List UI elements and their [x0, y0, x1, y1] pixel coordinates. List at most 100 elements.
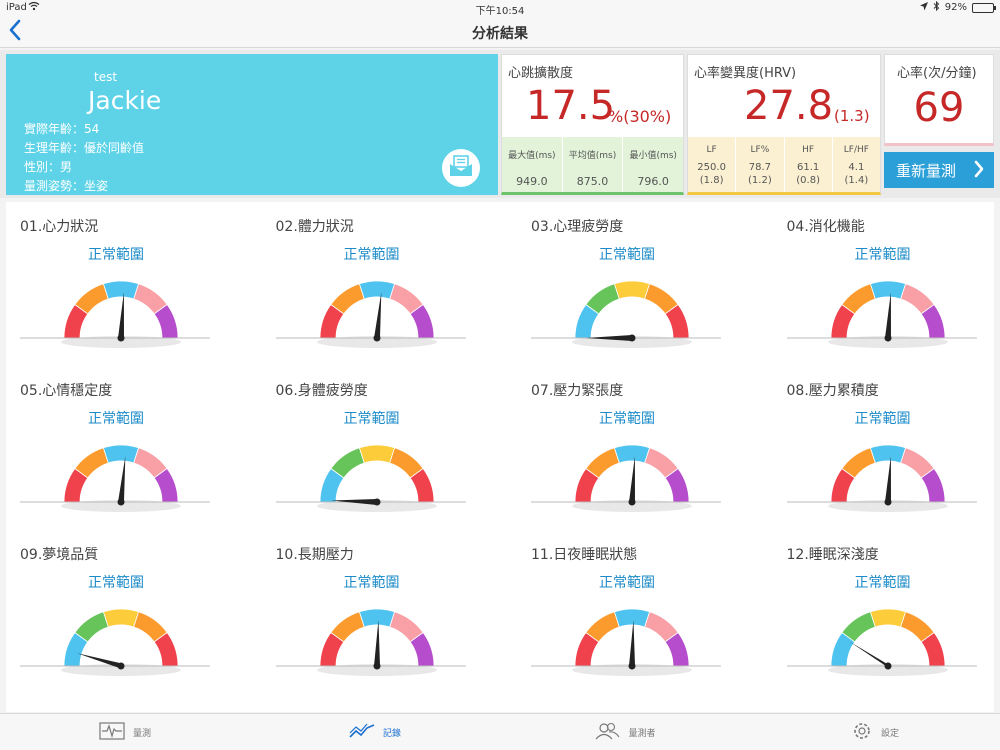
gear-icon — [851, 720, 873, 745]
stat-sub: (1.2) — [748, 175, 772, 186]
gauge-label: 07.壓力緊張度 — [531, 383, 624, 399]
heart-spread-unit: %(30%) — [608, 107, 672, 126]
chevron-right-icon — [974, 160, 984, 182]
gauge-card: 04.消化機能 正常範圍 — [773, 202, 1000, 367]
gauge-status: 正常範圍 — [343, 247, 400, 263]
actual-age: 實際年齡：54 — [24, 122, 100, 136]
gauge-card: 10.長期壓力 正常範圍 — [262, 530, 509, 695]
trend-icon — [349, 722, 375, 743]
ecg-icon — [99, 721, 125, 743]
gauge-needle — [629, 620, 635, 667]
tab-label: 量測 — [132, 728, 151, 739]
hrv-unit: (1.3) — [834, 107, 870, 125]
gauge-hub — [373, 334, 380, 342]
gauge-segment — [358, 608, 395, 628]
gauge-dial — [275, 280, 466, 348]
gauge-dial — [20, 280, 210, 348]
gauge-label: 01.心力狀況 — [20, 219, 99, 235]
gauge-status: 正常範圍 — [88, 247, 144, 263]
tab-users[interactable]: 量測者 — [500, 714, 750, 750]
heart-rate-value: 69 — [913, 85, 965, 131]
stat-cell: HF 61.1 (0.8) — [785, 137, 833, 192]
stat-main: 78.7 — [748, 162, 771, 173]
stat-cell: 平均值(ms) 875.0 — [563, 137, 624, 192]
heart-spread-title: 心跳擴散度 — [508, 66, 574, 81]
gauge-segment — [613, 608, 651, 628]
stat-value: 250.0 (1.8) — [688, 161, 735, 187]
location-icon — [919, 1, 928, 14]
gauge-status: 正常範圍 — [854, 411, 911, 427]
gauge-card: 01.心力狀況正常範圍 — [6, 202, 253, 367]
gauge-segment — [358, 280, 395, 300]
stat-label: LF — [706, 145, 717, 155]
remeasure-button[interactable]: 重新量測 — [884, 152, 994, 188]
gauge-needle — [373, 292, 381, 339]
profile-subtitle: test — [94, 70, 118, 84]
gauge-segment — [102, 280, 140, 300]
send-report-button[interactable] — [442, 149, 480, 187]
gauge-segment — [869, 608, 906, 628]
gauge-hub — [373, 498, 380, 506]
tab-bar: 量測 記錄 量測者 設定 — [0, 713, 1000, 750]
battery-icon — [972, 2, 996, 13]
navigation-bar: 分析結果 — [0, 16, 1000, 48]
tab-measure[interactable]: 量測 — [0, 714, 250, 750]
profile-info: 實際年齡：54 生理年齡：優於同齡值 性別：男 量測姿勢：坐姿 — [24, 120, 144, 196]
gauge-hub — [628, 334, 636, 342]
gauge-card: 05.心情穩定度 正常範圍 — [6, 366, 253, 531]
gauge-status: 正常範圍 — [343, 575, 400, 591]
gauge-label: 05.心情穩定度 — [20, 383, 113, 399]
gauge-dial — [531, 280, 721, 348]
gauge-needle — [373, 620, 380, 667]
gauge-grid: 01.心力狀況 正常範圍 02.體力狀況 正常範圍 03.心理疲勞度 正常範圍 04.消化機… — [6, 202, 994, 712]
heart-spread-stats: 最大值(ms) 949.0 平均值(ms) 875.0 最小值(ms) 796.0 — [502, 137, 683, 192]
gauge-hub — [373, 662, 380, 670]
gender: 性別：男 — [24, 160, 73, 174]
gauge-dial — [20, 444, 210, 512]
stat-label: 最大值(ms) — [508, 151, 556, 161]
gauge-label: 03.心理疲勞度 — [531, 219, 624, 235]
hrv-title: 心率變異度(HRV) — [694, 66, 797, 81]
gauge-label: 09.夢境品質 — [20, 547, 99, 563]
status-time: 下午10:54 — [475, 6, 525, 17]
tab-settings[interactable]: 設定 — [750, 714, 1000, 750]
stat-label: 平均值(ms) — [568, 151, 617, 161]
hrv-value: 27.8 — [744, 83, 834, 129]
gauge-dial — [275, 608, 466, 676]
hrv-panel: 心率變異度(HRV) 27.8 (1.3) LF 250.0 (1.8) LF% 78… — [687, 54, 881, 195]
heart-rate-panel: 心率(次/分鐘) 69 — [884, 54, 994, 146]
stat-label: LF% — [750, 145, 770, 155]
gauge-needle — [629, 456, 635, 503]
stat-value: 949.0 — [516, 175, 548, 188]
gauge-segment — [613, 280, 651, 300]
heart-spread-value: 17.5 — [526, 83, 616, 129]
gauge-needle — [884, 456, 891, 503]
profile-name: Jackie — [88, 86, 162, 115]
stat-cell: LF 250.0 (1.8) — [688, 137, 737, 192]
gauge-segment — [869, 280, 906, 300]
gauge-card: 11.日夜睡眠狀態 正常範圍 — [517, 530, 764, 695]
stat-cell: 最大值(ms) 949.0 — [502, 137, 563, 192]
stat-main: 4.1 — [848, 162, 865, 173]
mail-icon — [449, 155, 473, 181]
gauge-status: 正常範圍 — [88, 575, 144, 591]
gauge-needle — [118, 456, 126, 503]
gauge-label: 08.壓力累積度 — [786, 383, 879, 399]
heart-spread-panel: 心跳擴散度 17.5 %(30%) 最大值(ms) 949.0 平均值(ms) 87… — [501, 54, 684, 195]
stat-label: HF — [802, 145, 815, 155]
tab-records[interactable]: 記錄 — [250, 714, 500, 750]
gauge-hub — [117, 662, 125, 670]
stat-sub: (1.8) — [699, 175, 724, 186]
gauge-status: 正常範圍 — [854, 575, 911, 591]
gauge-hub — [628, 498, 636, 506]
stat-main: 250.0 — [697, 162, 726, 173]
gauge-dial — [20, 608, 210, 676]
tab-label: 量測者 — [628, 728, 656, 739]
gauge-hub — [884, 334, 891, 342]
stat-value: 796.0 — [637, 175, 669, 188]
gauge-card: 09.夢境品質正常範圍 — [6, 530, 253, 695]
gauge-card: 06.身體疲勞度 正常範圍 — [262, 366, 509, 531]
battery-percent: 92% — [944, 2, 967, 13]
gauge-status: 正常範圍 — [599, 411, 655, 427]
profile-card: test Jackie 實際年齡：54 生理年齡：優於同齡值 性別：男 量測姿勢… — [6, 54, 498, 195]
